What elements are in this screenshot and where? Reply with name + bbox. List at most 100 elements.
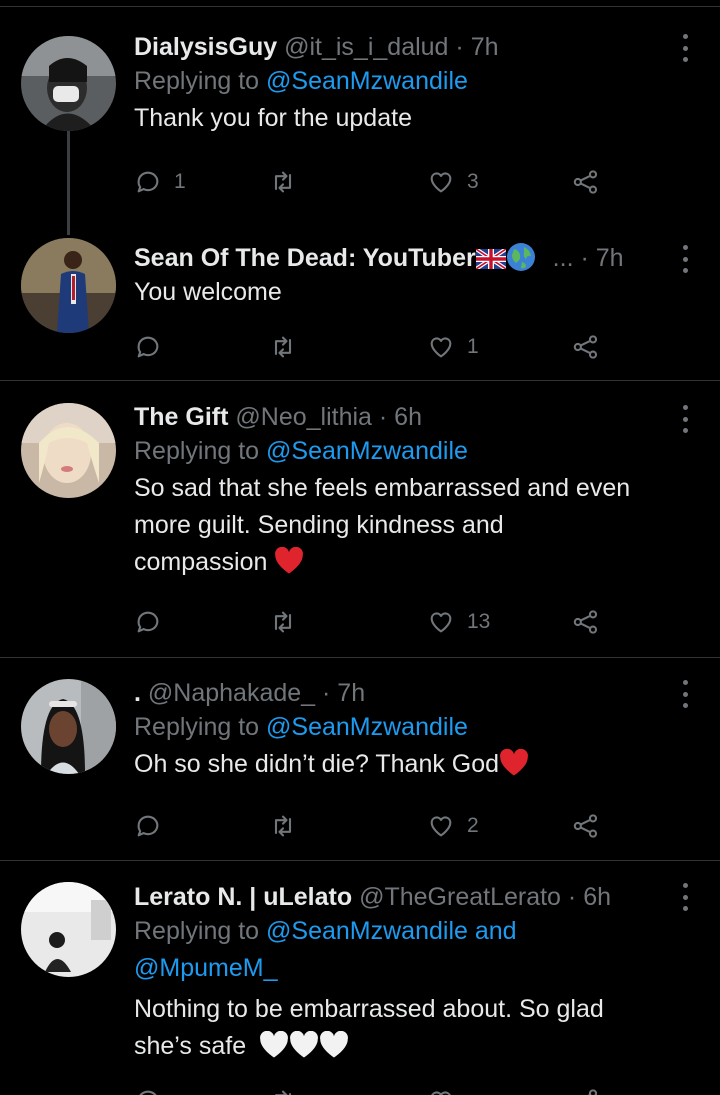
reply-icon: [137, 611, 159, 633]
timestamp[interactable]: · 6h: [568, 883, 611, 911]
reply-button[interactable]: 1: [134, 167, 186, 197]
like-count: 2: [467, 814, 479, 837]
more-options-icon[interactable]: [678, 883, 692, 911]
mention-link[interactable]: @MpumeM_: [134, 954, 277, 982]
share-button[interactable]: [572, 167, 600, 197]
retweet-button[interactable]: [269, 167, 309, 197]
display-name[interactable]: .: [134, 679, 141, 707]
reply-count: 1: [174, 170, 186, 193]
retweet-icon: [274, 815, 292, 837]
retweet-icon: [274, 1090, 292, 1095]
replying-to-and: and: [474, 917, 517, 945]
heart-outline-icon: [430, 337, 452, 358]
mention-link[interactable]: @SeanMzwandile: [266, 67, 468, 95]
timestamp[interactable]: · 7h: [322, 679, 365, 707]
mention-link[interactable]: @SeanMzwandile: [266, 917, 468, 945]
tweet-header: Sean Of The Dead: YouTuber ... · 7h: [134, 242, 700, 274]
display-name[interactable]: Lerato N. | uLelato: [134, 883, 352, 911]
retweet-button[interactable]: [269, 811, 309, 841]
tweet-sean-of-the-dead[interactable]: Sean Of The Dead: YouTuber ... · 7h You …: [0, 235, 720, 380]
tweet-dialysisguy[interactable]: DialysisGuy @it_is_i_dalud · 7h Replying…: [0, 0, 720, 235]
tweet-text-line: Nothing to be embarrassed about. So glad: [134, 995, 604, 1023]
mention-link[interactable]: @SeanMzwandile: [266, 713, 468, 741]
reply-icon: [137, 336, 159, 358]
mention-link[interactable]: @SeanMzwandile: [266, 437, 468, 465]
share-icon: [573, 610, 598, 634]
display-name[interactable]: Sean Of The Dead: YouTuber: [134, 244, 476, 272]
display-name[interactable]: The Gift: [134, 403, 228, 431]
share-icon: [587, 1089, 598, 1095]
reply-icon: [137, 815, 159, 837]
tweet-actions: 1 3: [134, 167, 614, 197]
user-handle[interactable]: @it_is_i_dalud: [284, 33, 448, 61]
tweet-text: Nothing to be embarrassed about. So glad…: [134, 991, 700, 1065]
share-button[interactable]: [572, 811, 600, 841]
tweet-header: . @Naphakade_ · 7h: [134, 677, 700, 709]
share-icon: [573, 170, 598, 194]
tweet-header: DialysisGuy @it_is_i_dalud · 7h: [134, 31, 700, 63]
tweet-text-line: So sad that she feels embarrassed and ev…: [134, 474, 631, 502]
user-handle[interactable]: @Naphakade_: [148, 679, 315, 707]
tweet-the-gift[interactable]: The Gift @Neo_lithia · 6h Replying to @S…: [0, 381, 720, 657]
heart-outline-icon: [430, 816, 452, 837]
avatar[interactable]: [21, 36, 116, 131]
like-button[interactable]: 2: [427, 811, 479, 841]
globe-icon: [506, 243, 535, 271]
user-handle[interactable]: @Neo_lithia: [235, 403, 372, 431]
timestamp[interactable]: · 6h: [379, 403, 422, 431]
tweet-lerato[interactable]: Lerato N. | uLelato @TheGreatLerato · 6h…: [0, 861, 720, 1095]
share-icon: [573, 814, 598, 838]
avatar[interactable]: [21, 679, 116, 774]
heart-outline-icon: [430, 172, 452, 193]
reply-button[interactable]: [134, 607, 174, 637]
avatar[interactable]: [21, 882, 116, 977]
replying-to: Replying to @SeanMzwandile and @MpumeM_: [134, 913, 700, 987]
tweet-text: Thank you for the update: [134, 104, 412, 132]
tweet-text: Oh so she didn’t die? Thank God: [134, 746, 700, 783]
retweet-button[interactable]: [269, 607, 309, 637]
more-options-icon[interactable]: [678, 405, 692, 433]
retweet-icon: [274, 611, 292, 633]
user-handle[interactable]: ...: [553, 244, 574, 272]
tweet-text: You welcome: [134, 278, 282, 306]
reply-button[interactable]: [134, 811, 174, 841]
like-button[interactable]: 13: [427, 607, 490, 637]
avatar[interactable]: [21, 403, 116, 498]
heart-outline-icon: [430, 612, 452, 633]
retweet-button[interactable]: [269, 332, 309, 362]
white-heart-icon: [259, 1028, 349, 1065]
reply-button[interactable]: [134, 1086, 162, 1095]
replying-to: Replying to @SeanMzwandile: [134, 709, 700, 746]
display-name[interactable]: DialysisGuy: [134, 33, 277, 61]
like-button[interactable]: [427, 1086, 455, 1095]
timestamp[interactable]: · 7h: [455, 33, 498, 61]
user-handle[interactable]: @TheGreatLerato: [359, 883, 561, 911]
retweet-button[interactable]: [269, 1086, 297, 1095]
reply-icon: [137, 171, 159, 193]
timestamp[interactable]: · 7h: [580, 244, 623, 272]
avatar[interactable]: [21, 238, 116, 333]
share-icon: [573, 335, 598, 359]
share-button[interactable]: [572, 607, 600, 637]
replying-to-prefix: Replying to: [134, 437, 260, 465]
tweet-text-line: compassion: [134, 548, 268, 576]
tweet-actions: 13: [134, 607, 614, 637]
reply-icon: [139, 1090, 157, 1095]
like-button[interactable]: 3: [427, 167, 479, 197]
tweet-header: The Gift @Neo_lithia · 6h: [134, 401, 700, 433]
share-button[interactable]: [572, 1086, 600, 1095]
retweet-icon: [274, 171, 292, 193]
more-options-icon[interactable]: [678, 245, 692, 273]
reply-button[interactable]: [134, 332, 174, 362]
replying-to: Replying to @SeanMzwandile: [134, 63, 700, 100]
retweet-icon: [274, 336, 292, 358]
tweet-naphakade[interactable]: . @Naphakade_ · 7h Replying to @SeanMzwa…: [0, 658, 720, 860]
tweet-text-line: more guilt. Sending kindness and: [134, 511, 504, 539]
uk-flag-icon: [475, 249, 506, 269]
share-button[interactable]: [572, 332, 600, 362]
more-options-icon[interactable]: [678, 34, 692, 62]
heart-outline-icon: [431, 1091, 451, 1095]
like-button[interactable]: 1: [427, 332, 479, 362]
like-count: 1: [467, 335, 479, 358]
more-options-icon[interactable]: [678, 680, 692, 708]
